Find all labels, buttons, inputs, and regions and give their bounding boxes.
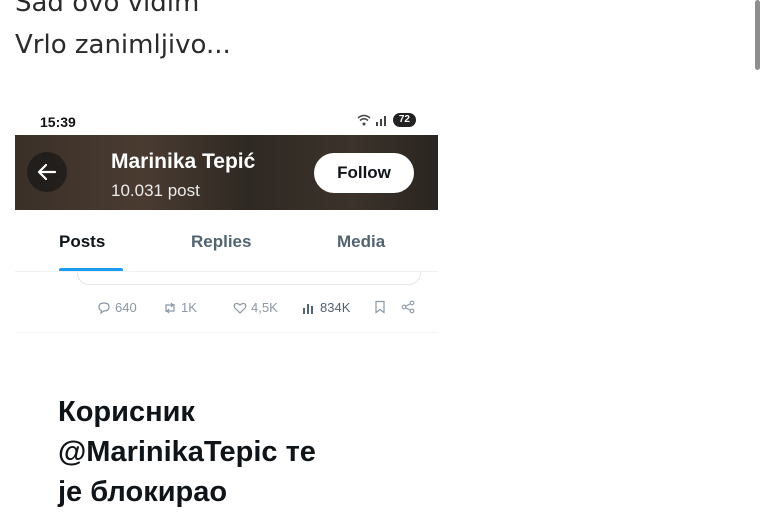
status-time: 15:39 [40, 114, 76, 130]
views-button[interactable]: 834K [302, 300, 350, 315]
profile-header-banner: Marinika Tepić 10.031 post Follow [15, 135, 438, 210]
view-count: 834K [320, 300, 351, 315]
like-button[interactable]: 4,5K [233, 300, 278, 315]
caption-line-1: Sad ovo vidim [15, 0, 200, 18]
follow-button[interactable]: Follow [314, 153, 414, 193]
back-button[interactable] [27, 152, 67, 192]
post-count: 10.031 post [111, 181, 200, 200]
tab-media[interactable]: Media [337, 232, 385, 252]
back-arrow-icon [37, 163, 57, 181]
profile-name: Marinika Tepić [111, 150, 256, 173]
retweet-icon [165, 302, 175, 313]
post-separator [15, 332, 438, 333]
status-bar: 15:39 72 [15, 105, 438, 135]
blocked-message: Корисник @MarinikaTepic те је блокирао [58, 392, 418, 512]
bookmark-button[interactable] [373, 300, 387, 314]
quoted-card-edge [77, 272, 421, 285]
like-icon [233, 302, 247, 314]
tab-replies[interactable]: Replies [191, 232, 251, 252]
signal-icon [375, 116, 386, 126]
reply-button[interactable]: 640 [97, 300, 137, 315]
views-icon [303, 303, 313, 314]
post-action-bar: 640 1K 4,5K 834K [15, 300, 438, 320]
share-button[interactable] [401, 300, 415, 314]
reply-icon [98, 301, 110, 314]
reply-count: 640 [115, 300, 137, 315]
status-icons: 72 [357, 113, 416, 127]
share-icon [401, 300, 415, 314]
bookmark-icon [375, 300, 385, 314]
blocked-message-line-3: је блокирао [58, 476, 228, 508]
retweet-button[interactable]: 1K [163, 300, 197, 315]
profile-tabs: Posts Replies Media [15, 210, 438, 272]
caption-line-2: Vrlo zanimljivo... [15, 30, 231, 60]
page-scrollbar[interactable] [755, 0, 760, 70]
blocked-message-line-2: @MarinikaTepic те [58, 436, 316, 468]
blocked-message-line-1: Корисник [58, 396, 195, 428]
retweet-count: 1K [181, 300, 197, 315]
battery-icon: 72 [392, 113, 416, 127]
like-count: 4,5K [251, 300, 278, 315]
wifi-icon [357, 114, 371, 126]
tab-posts[interactable]: Posts [59, 232, 105, 252]
